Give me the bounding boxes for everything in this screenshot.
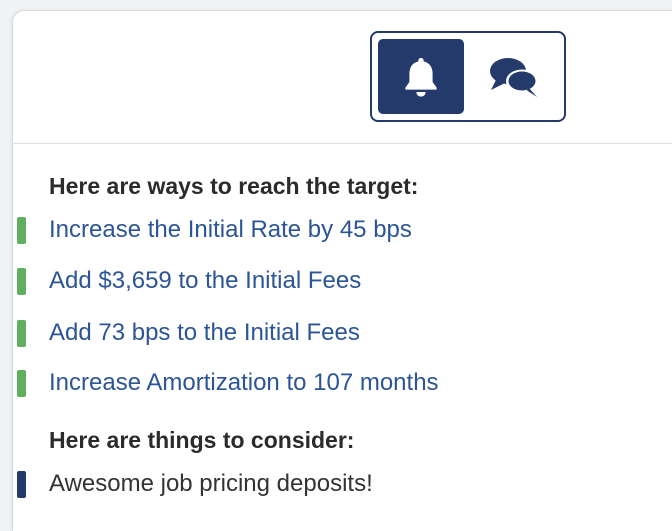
messages-toggle-button[interactable] — [472, 39, 558, 114]
suggestion-link[interactable]: Add 73 bps to the Initial Fees — [49, 317, 360, 349]
suggestion-link[interactable]: Add $3,659 to the Initial Fees — [49, 265, 361, 297]
success-marker — [17, 370, 26, 397]
target-suggestion-item[interactable]: Add $3,659 to the Initial Fees — [13, 265, 653, 297]
success-marker — [17, 268, 26, 295]
consider-section-heading: Here are things to consider: — [49, 427, 355, 453]
success-marker — [17, 320, 26, 347]
consider-text: Awesome job pricing deposits! — [49, 470, 373, 497]
target-section-heading: Here are ways to reach the target: — [49, 173, 419, 199]
success-marker — [17, 217, 26, 244]
suggestion-link[interactable]: Increase Amortization to 107 months — [49, 367, 439, 399]
target-suggestion-item[interactable]: Increase the Initial Rate by 45 bps — [13, 214, 653, 246]
info-marker — [17, 471, 26, 498]
notifications-toggle-button[interactable] — [378, 39, 464, 114]
header-divider — [13, 143, 672, 144]
notifications-panel: Here are ways to reach the target: Incre… — [12, 10, 672, 531]
suggestion-link[interactable]: Increase the Initial Rate by 45 bps — [49, 214, 412, 246]
target-suggestion-item[interactable]: Add 73 bps to the Initial Fees — [13, 317, 653, 349]
consider-item: Awesome job pricing deposits! — [13, 468, 653, 500]
chat-bubbles-icon — [490, 57, 538, 97]
bell-icon — [405, 57, 437, 97]
view-toggle-group — [370, 31, 566, 122]
target-suggestion-item[interactable]: Increase Amortization to 107 months — [13, 367, 653, 399]
